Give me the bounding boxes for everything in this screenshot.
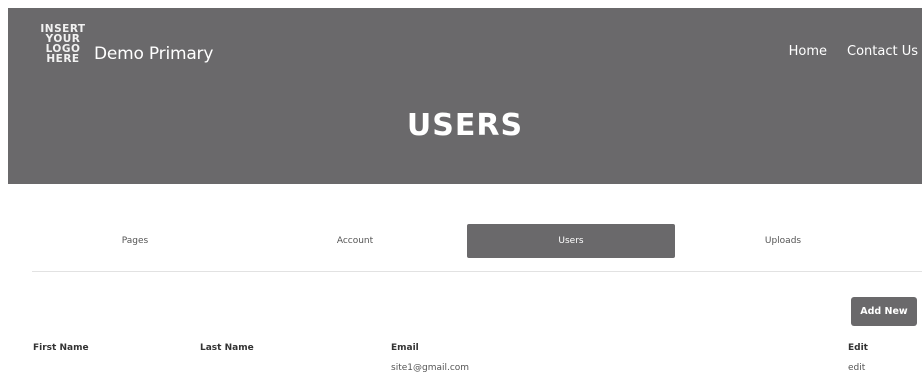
nav-link-contact-us[interactable]: Contact Us [847, 44, 918, 59]
tab-pages[interactable]: Pages [80, 224, 190, 258]
tab-uploads[interactable]: Uploads [728, 224, 838, 258]
cell-email: site1@gmail.com [391, 363, 470, 373]
add-new-button[interactable]: Add New [851, 297, 917, 326]
column-header-email: Email [391, 343, 419, 353]
logo: INSERT YOUR LOGO HERE [38, 24, 88, 65]
nav-link-home[interactable]: Home [789, 44, 827, 59]
tab-users[interactable]: Users [467, 224, 675, 258]
logo-line: HERE [46, 53, 80, 65]
top-nav: Home Contact Us [789, 44, 918, 59]
column-header-edit: Edit [848, 343, 868, 353]
page-header: INSERT YOUR LOGO HERE Demo Primary Home … [8, 8, 922, 184]
column-header-last-name: Last Name [200, 343, 254, 353]
tabs-divider [32, 271, 922, 272]
column-header-first-name: First Name [33, 343, 89, 353]
site-title: Demo Primary [94, 44, 214, 64]
admin-tabs: Pages Account Users Uploads [0, 224, 922, 258]
tab-account[interactable]: Account [300, 224, 410, 258]
edit-link[interactable]: edit [848, 363, 865, 373]
page-title: USERS [406, 108, 524, 143]
